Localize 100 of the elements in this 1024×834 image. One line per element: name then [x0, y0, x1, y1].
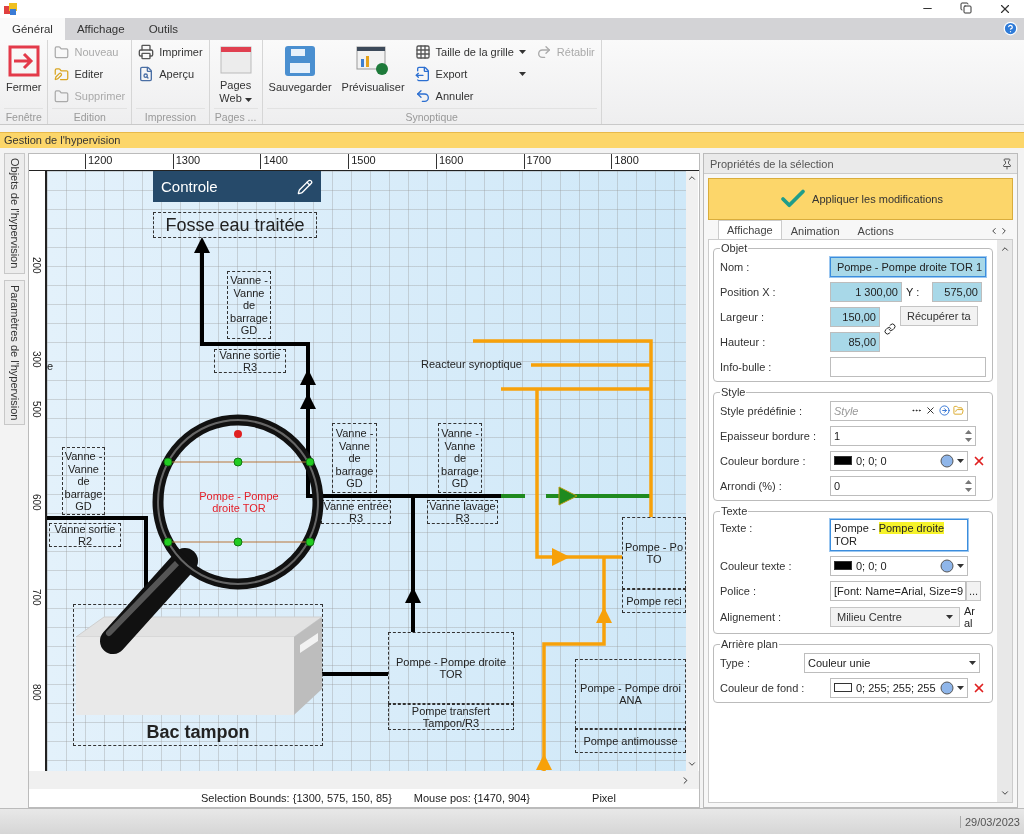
- undo-icon[interactable]: [414, 88, 431, 105]
- device-label[interactable]: Vanne - Vanne de barrage GD: [62, 447, 105, 516]
- exit-icon[interactable]: [7, 44, 40, 77]
- browse-button[interactable]: ...: [966, 580, 982, 601]
- field-label: Largeur :: [720, 310, 766, 323]
- ribbon-button[interactable]: Taille de la grille: [412, 42, 528, 62]
- number-field[interactable]: 150,00: [830, 306, 880, 327]
- ribbon-tab[interactable]: Général: [0, 17, 65, 40]
- selection-handles-drawing[interactable]: [163, 430, 315, 547]
- number-field[interactable]: 85,00: [830, 331, 880, 352]
- ruler-label: 1400: [260, 154, 349, 170]
- device-label[interactable]: Pompe - Pompe droite TOR: [388, 632, 514, 705]
- number-field[interactable]: 575,00: [932, 281, 982, 302]
- link-icon[interactable]: [884, 323, 896, 336]
- apply-button[interactable]: Appliquer les modifications: [708, 178, 1013, 221]
- status-text: Mouse pos: {1470, 904}: [413, 792, 531, 805]
- spinner-icon[interactable]: [965, 428, 972, 443]
- pin-icon[interactable]: [1001, 157, 1013, 170]
- property-tab[interactable]: Animation: [781, 222, 849, 240]
- ribbon-button[interactable]: Imprimer: [136, 42, 205, 62]
- dropdown-icon: [969, 660, 976, 665]
- alignment-dropdown[interactable]: Milieu Centre: [830, 607, 960, 628]
- tank-label: Bac tampon: [146, 722, 250, 745]
- group-title: Style: [720, 386, 747, 399]
- number-field[interactable]: 1 300,00: [830, 281, 902, 302]
- printer-icon[interactable]: [138, 44, 155, 61]
- group-label: Fenêtre: [4, 107, 44, 124]
- ribbon-button[interactable]: Pages Web: [213, 42, 258, 108]
- status-text: Pixel: [592, 792, 616, 805]
- ribbon-button[interactable]: Annuler: [412, 86, 528, 106]
- preview-icon[interactable]: [138, 66, 155, 83]
- tab-left-icon[interactable]: [989, 225, 999, 236]
- device-label[interactable]: Vanne - Vanne de barrage GD: [332, 423, 377, 494]
- side-tab[interactable]: Objets de l'hypervision: [4, 153, 25, 274]
- grid-icon[interactable]: [414, 44, 431, 61]
- ribbon-button[interactable]: Editer: [52, 64, 128, 84]
- ruler-label: 1700: [523, 154, 612, 170]
- ruler-label: 800: [31, 684, 42, 702]
- ribbon-button[interactable]: Aperçu: [136, 64, 205, 84]
- color-field[interactable]: 0; 0; 0: [830, 555, 968, 576]
- device-label[interactable]: Vanne - Vanne de barrage GD: [227, 271, 271, 340]
- ruler-label: 1300: [172, 154, 261, 170]
- spin-field[interactable]: 0: [830, 475, 976, 496]
- preview-window-icon[interactable]: [356, 44, 391, 77]
- text-area[interactable]: Pompe - Pompe droite TOR: [830, 519, 968, 552]
- ribbon-tab[interactable]: Affichage: [64, 17, 137, 40]
- ruler-label: 1600: [435, 154, 524, 170]
- color-field[interactable]: 0; 255; 255; 255: [830, 677, 968, 698]
- ruler-label: 1200: [85, 154, 173, 170]
- field-label: Couleur bordure :: [720, 454, 807, 467]
- caption-label: Vanne lavage R3: [427, 500, 498, 525]
- spinner-icon[interactable]: [965, 478, 972, 493]
- help-icon[interactable]: [1003, 20, 1018, 36]
- diagram-text: Reacteur synoptique: [421, 357, 523, 372]
- ruler-label: 1500: [348, 154, 436, 170]
- color-field[interactable]: 0; 0; 0: [830, 450, 968, 471]
- color-picker-icon[interactable]: [940, 558, 954, 573]
- type-dropdown[interactable]: Couleur unie: [804, 652, 980, 673]
- dropdown-icon: [957, 563, 964, 568]
- ribbon-tab[interactable]: Outils: [136, 17, 191, 40]
- ruler-label: 700: [31, 589, 42, 607]
- color-picker-icon[interactable]: [940, 453, 954, 468]
- pencil-icon[interactable]: [297, 178, 313, 195]
- spin-field[interactable]: 1: [830, 425, 976, 446]
- field-label: Hauteur :: [720, 335, 767, 348]
- title-label: Fosse eau traitée: [153, 212, 317, 239]
- text-field[interactable]: [830, 356, 986, 377]
- field-label: Police :: [720, 584, 758, 597]
- web-page-icon[interactable]: [219, 44, 252, 75]
- group-title: Texte: [720, 505, 749, 518]
- fetch-button[interactable]: Récupérer ta: [900, 306, 978, 327]
- clear-icon[interactable]: [925, 405, 936, 417]
- ruler-label: 600: [31, 494, 42, 512]
- export-icon[interactable]: [414, 66, 431, 83]
- app-icon: [4, 1, 18, 16]
- property-tab[interactable]: Actions: [848, 222, 903, 240]
- color-picker-icon[interactable]: [940, 680, 954, 695]
- ribbon-button[interactable]: Export: [412, 64, 528, 84]
- tab-right-icon[interactable]: [999, 225, 1009, 236]
- restore-icon[interactable]: [960, 1, 972, 14]
- text-field[interactable]: Pompe - Pompe droite TOR 1: [830, 256, 986, 277]
- field-label: Style prédéfinie :: [720, 404, 803, 417]
- ribbon-button[interactable]: Prévisualiser: [339, 42, 407, 108]
- property-tab[interactable]: Affichage: [718, 220, 782, 240]
- section-banner: Gestion de l'hypervision: [0, 131, 1024, 149]
- ribbon-button[interactable]: Fermer: [4, 42, 44, 108]
- field-label: Couleur de fond :: [720, 681, 806, 694]
- font-field[interactable]: [Font: Name=Arial, Size=9: [830, 580, 966, 601]
- group-title: Arrière plan: [720, 638, 779, 651]
- save-icon[interactable]: [284, 44, 317, 77]
- field-label: Arrondi (%) :: [720, 479, 783, 492]
- device-label[interactable]: Vanne - Vanne de barrage GD: [438, 423, 482, 494]
- field-label: Couleur texte :: [720, 559, 793, 572]
- ruler-label: 1800: [611, 154, 700, 170]
- side-tab[interactable]: Paramètres de l'hypervision: [4, 279, 25, 426]
- ribbon-button[interactable]: Sauvegarder: [266, 42, 334, 108]
- field-label: Nom :: [720, 260, 751, 273]
- group-label: Impression: [136, 107, 205, 124]
- field-label: Y :: [906, 285, 921, 298]
- group-label: Pages ...: [213, 107, 258, 124]
